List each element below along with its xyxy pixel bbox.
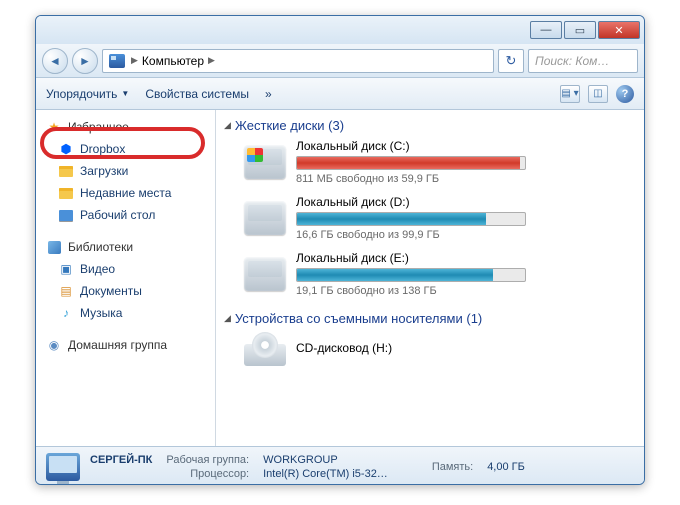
refresh-button[interactable]: ↻ [498,49,524,73]
chevron-right-icon: ▶ [131,55,138,66]
navigation-sidebar: ★ Избранное ⬢ Dropbox Загрузки Недавние … [36,110,216,446]
documents-icon: ▤ [58,283,74,299]
view-options-button[interactable]: ▤ ▾ [560,85,580,103]
navigation-row: ◄ ► ▶ Компьютер ▶ ↻ Поиск: Ком… [36,44,644,78]
sidebar-item-music[interactable]: ♪ Музыка [36,302,215,324]
libraries-icon [46,239,62,255]
back-button[interactable]: ◄ [42,48,68,74]
search-input[interactable]: Поиск: Ком… [528,49,638,73]
explorer-window: — ▭ ✕ ◄ ► ▶ Компьютер ▶ ↻ Поиск: Ком… Уп… [35,15,645,485]
music-icon: ♪ [58,305,74,321]
drive-item[interactable]: Локальный диск (C:) 811 МБ свободно из 59… [244,139,634,185]
sidebar-libraries-header[interactable]: Библиотеки [36,236,215,258]
cd-drive-icon [244,332,286,366]
sidebar-item-desktop[interactable]: Рабочий стол [36,204,215,226]
system-properties-button[interactable]: Свойства системы [145,87,249,101]
sidebar-item-video[interactable]: ▣ Видео [36,258,215,280]
hard-drive-icon [244,257,286,291]
memory-value: 4,00 ГБ [487,461,525,473]
preview-pane-button[interactable]: ◫ [588,85,608,103]
status-bar: СЕРГЕЙ-ПК Рабочая группа: WORKGROUP Проц… [36,446,644,485]
hard-drive-icon [244,201,286,235]
desktop-icon [58,207,74,223]
drive-cd[interactable]: CD-дисковод (H:) [244,332,634,366]
drive-free-space: 16,6 ГБ свободно из 99,9 ГБ [296,229,634,241]
sidebar-favorites-header[interactable]: ★ Избранное [36,116,215,138]
video-icon: ▣ [58,261,74,277]
sidebar-item-recent[interactable]: Недавние места [36,182,215,204]
sidebar-item-documents[interactable]: ▤ Документы [36,280,215,302]
content-pane: ◢ Жесткие диски (3) Локальный диск (C:) 8… [216,110,644,446]
computer-icon [46,453,80,481]
body-pane: ★ Избранное ⬢ Dropbox Загрузки Недавние … [36,110,644,446]
help-button[interactable]: ? [616,85,634,103]
sidebar-homegroup-header[interactable]: ◉ Домашняя группа [36,334,215,356]
homegroup-icon: ◉ [46,337,62,353]
drive-capacity-bar [296,268,526,282]
forward-button[interactable]: ► [72,48,98,74]
drive-label: Локальный диск (E:) [296,251,634,265]
toolbar: Упорядочить ▼ Свойства системы » ▤ ▾ ◫ ? [36,78,644,110]
drive-label: CD-дисковод (H:) [296,341,634,355]
maximize-button[interactable]: ▭ [564,21,596,39]
group-header-removable[interactable]: ◢ Устройства со съемными носителями (1) [222,307,634,332]
drive-capacity-bar [296,212,526,226]
address-bar[interactable]: ▶ Компьютер ▶ [102,49,494,73]
search-placeholder: Поиск: Ком… [535,54,609,68]
drive-free-space: 19,1 ГБ свободно из 138 ГБ [296,285,634,297]
close-button[interactable]: ✕ [598,21,640,39]
organize-menu[interactable]: Упорядочить ▼ [46,87,129,101]
computer-name: СЕРГЕЙ-ПК [90,454,152,466]
cpu-label: Процессор: [166,468,249,480]
chevron-right-icon: ▶ [208,55,215,66]
collapse-icon: ◢ [224,120,231,131]
drive-label: Локальный диск (C:) [296,139,634,153]
drive-label: Локальный диск (D:) [296,195,634,209]
group-header-hdd[interactable]: ◢ Жесткие диски (3) [222,114,634,139]
workgroup-value: WORKGROUP [263,454,388,466]
cpu-value: Intel(R) Core(TM) i5-32… [263,468,388,480]
hard-drive-icon [244,145,286,179]
drive-item[interactable]: Локальный диск (D:) 16,6 ГБ свободно из 9… [244,195,634,241]
memory-label: Память: [432,461,473,473]
dropbox-icon: ⬢ [58,141,74,157]
collapse-icon: ◢ [224,313,231,324]
drive-item[interactable]: Локальный диск (E:) 19,1 ГБ свободно из 1… [244,251,634,297]
sidebar-item-dropbox[interactable]: ⬢ Dropbox [36,138,215,160]
toolbar-overflow[interactable]: » [265,87,272,101]
minimize-button[interactable]: — [530,21,562,39]
address-segment[interactable]: Компьютер [142,54,204,68]
chevron-down-icon: ▼ [121,89,129,98]
star-icon: ★ [46,119,62,135]
sidebar-item-downloads[interactable]: Загрузки [36,160,215,182]
folder-icon [58,163,74,179]
title-bar: — ▭ ✕ [36,16,644,44]
workgroup-label: Рабочая группа: [166,454,249,466]
drive-capacity-bar [296,156,526,170]
drive-free-space: 811 МБ свободно из 59,9 ГБ [296,173,634,185]
recent-icon [58,185,74,201]
computer-icon [109,54,125,68]
